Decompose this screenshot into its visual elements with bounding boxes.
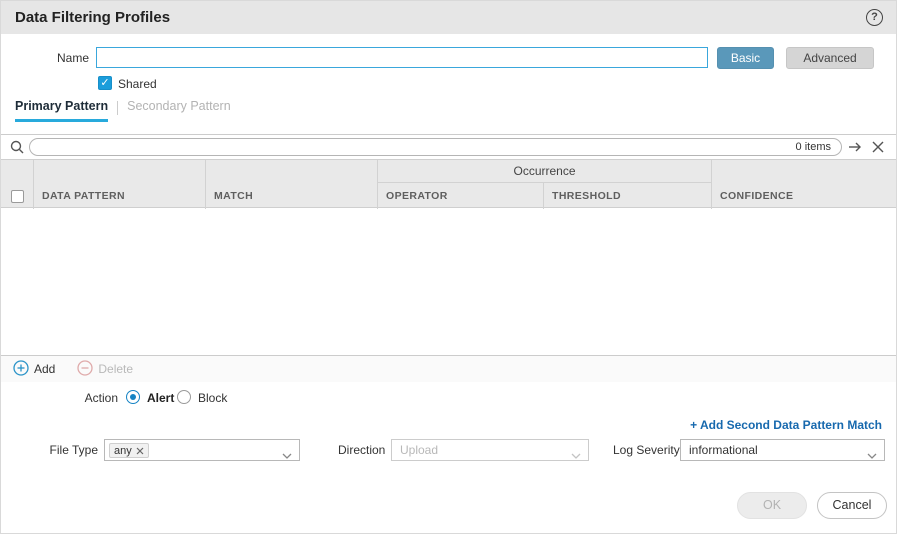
tab-secondary-pattern[interactable]: Secondary Pattern	[127, 99, 231, 122]
filter-input[interactable]	[38, 139, 783, 155]
log-severity-label: Log Severity	[613, 443, 680, 457]
data-filtering-profiles-dialog: Data Filtering Profiles ? Name Basic Adv…	[0, 0, 897, 534]
table-header: DATA PATTERN MATCH Occurrence OPERATOR T…	[1, 159, 896, 208]
pattern-tabs: Primary Pattern Secondary Pattern	[15, 99, 231, 122]
chevron-down-icon	[571, 448, 581, 462]
apply-filter-arrow-icon[interactable]	[848, 141, 864, 156]
name-input[interactable]	[96, 47, 708, 68]
column-header-match[interactable]: MATCH	[206, 160, 378, 209]
add-button-label: Add	[34, 362, 55, 376]
delete-button[interactable]: Delete	[77, 360, 133, 379]
table-body-empty	[1, 208, 896, 355]
name-label: Name	[1, 51, 89, 65]
plus-circle-icon	[13, 360, 29, 379]
shared-label: Shared	[118, 77, 157, 91]
column-header-data-pattern[interactable]: DATA PATTERN	[34, 160, 206, 209]
basic-button[interactable]: Basic	[717, 47, 774, 69]
advanced-button[interactable]: Advanced	[786, 47, 874, 69]
block-radio[interactable]	[177, 390, 191, 404]
table-footer: Add Delete	[1, 355, 896, 382]
chevron-down-icon	[282, 448, 292, 462]
alert-radio-label[interactable]: Alert	[147, 391, 174, 405]
column-header-threshold[interactable]: THRESHOLD	[544, 183, 712, 209]
column-group-occurrence: Occurrence	[378, 160, 712, 183]
tab-divider	[117, 101, 118, 115]
ok-button[interactable]: OK	[737, 492, 807, 519]
data-pattern-table: 0 items DATA PATTERN MATCH Occurrence OP…	[1, 134, 896, 382]
column-header-operator[interactable]: OPERATOR	[378, 183, 544, 209]
filter-pill: 0 items	[29, 138, 842, 156]
direction-value: Upload	[400, 443, 438, 457]
direction-dropdown: Upload	[391, 439, 589, 461]
cancel-button[interactable]: Cancel	[817, 492, 887, 519]
help-icon[interactable]: ?	[866, 9, 883, 26]
page-title: Data Filtering Profiles	[15, 9, 170, 26]
items-count: 0 items	[796, 141, 831, 153]
table-filter-row: 0 items	[1, 135, 896, 159]
file-type-combobox[interactable]: any	[104, 439, 300, 461]
search-icon[interactable]	[9, 139, 25, 158]
action-label: Action	[1, 391, 118, 405]
alert-radio[interactable]	[126, 390, 140, 404]
add-button[interactable]: Add	[13, 360, 55, 379]
file-type-label: File Type	[31, 443, 98, 457]
select-all-cell	[1, 160, 34, 209]
chevron-down-icon	[867, 448, 877, 462]
select-all-checkbox[interactable]	[11, 190, 24, 203]
column-header-confidence[interactable]: CONFIDENCE	[712, 160, 896, 209]
direction-label: Direction	[338, 443, 385, 457]
add-second-data-pattern-link[interactable]: + Add Second Data Pattern Match	[690, 418, 882, 432]
minus-circle-icon	[77, 360, 93, 379]
clear-filter-icon[interactable]	[872, 141, 884, 156]
remove-tag-icon[interactable]	[136, 447, 144, 455]
log-severity-value: informational	[689, 443, 758, 457]
file-type-tag: any	[109, 443, 149, 458]
shared-checkbox[interactable]: ✓	[98, 76, 112, 90]
dialog-titlebar: Data Filtering Profiles ?	[1, 1, 896, 34]
log-severity-dropdown[interactable]: informational	[680, 439, 885, 461]
file-type-tag-label: any	[114, 445, 132, 457]
delete-button-label: Delete	[98, 362, 133, 376]
tab-primary-pattern[interactable]: Primary Pattern	[15, 99, 108, 122]
block-radio-label[interactable]: Block	[198, 391, 227, 405]
